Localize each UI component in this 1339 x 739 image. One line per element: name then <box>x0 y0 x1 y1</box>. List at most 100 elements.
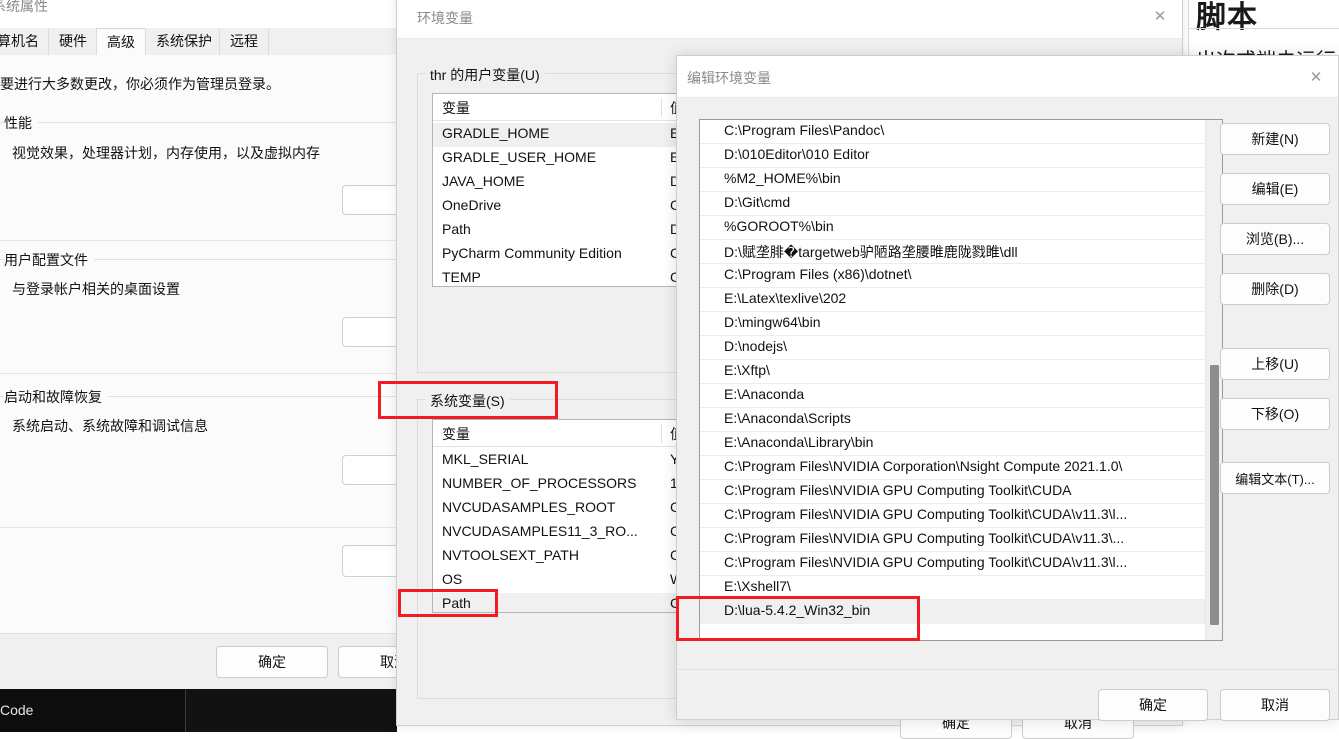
list-item[interactable]: E:\Xshell7\ <box>700 576 1222 600</box>
background-document-rule <box>1190 28 1339 29</box>
edit-environment-variable-window: 编辑环境变量 ✕ C:\Program Files\Pandoc\ D:\010… <box>676 55 1339 721</box>
list-item[interactable]: C:\Program Files\NVIDIA GPU Computing To… <box>700 528 1222 552</box>
system-var-name: NUMBER_OF_PROCESSORS <box>442 475 637 491</box>
system-variables-group-title: 系统变量(S) <box>425 391 510 411</box>
path-entry-value: D:\赋垄腓�targetweb驴陋路垄腰睢鹿陇戮睢\dll <box>724 244 1018 260</box>
system-properties-body: 要进行大多数更改，你必须作为管理员登录。 性能 视觉效果，处理器计划，内存使用，… <box>0 55 414 633</box>
path-entry-value: E:\Xshell7\ <box>724 578 791 594</box>
taskbar-app-label: Code <box>0 702 34 718</box>
list-item[interactable]: D:\010Editor\010 Editor <box>700 144 1222 168</box>
user-var-name: TEMP <box>442 269 481 285</box>
list-item[interactable]: %M2_HOME%\bin <box>700 168 1222 192</box>
list-item[interactable]: C:\Program Files\NVIDIA GPU Computing To… <box>700 552 1222 576</box>
sysprops-ok-button[interactable]: 确定 <box>216 646 328 678</box>
path-entry-value: D:\010Editor\010 Editor <box>724 146 870 162</box>
system-col-variable: 变量 <box>442 426 470 442</box>
system-var-name: MKL_SERIAL <box>442 451 529 467</box>
delete-button[interactable]: 删除(D) <box>1220 273 1330 305</box>
path-entry-value: D:\nodejs\ <box>724 338 788 354</box>
user-var-name: PyCharm Community Edition <box>442 245 622 261</box>
system-table-header-divider <box>661 424 662 443</box>
edit-window-footer-divider <box>677 669 1338 670</box>
path-entry-value: D:\Git\cmd <box>724 194 791 210</box>
edit-environment-variable-titlebar: 编辑环境变量 ✕ <box>677 56 1338 98</box>
path-entry-value: C:\Program Files\NVIDIA GPU Computing To… <box>724 554 1128 570</box>
performance-group-line <box>0 122 396 123</box>
system-var-name: NVCUDASAMPLES11_3_RO... <box>442 523 638 539</box>
list-item[interactable]: %GOROOT%\bin <box>700 216 1222 240</box>
performance-group-desc: 视觉效果，处理器计划，内存使用，以及虚拟内存 <box>12 145 320 161</box>
edit-environment-variable-title: 编辑环境变量 <box>687 70 771 86</box>
close-icon[interactable]: ✕ <box>1138 0 1182 32</box>
list-item[interactable]: D:\mingw64\bin <box>700 312 1222 336</box>
list-item[interactable]: C:\Program Files\NVIDIA Corporation\Nsig… <box>700 456 1222 480</box>
new-button[interactable]: 新建(N) <box>1220 123 1330 155</box>
editwin-cancel-button[interactable]: 取消 <box>1220 689 1330 721</box>
list-item[interactable]: D:\Git\cmd <box>700 192 1222 216</box>
path-entry-value: C:\Program Files\Pandoc\ <box>724 122 885 138</box>
list-item[interactable]: D:\赋垄腓�targetweb驴陋路垄腰睢鹿陇戮睢\dll <box>700 240 1222 264</box>
browse-button[interactable]: 浏览(B)... <box>1220 223 1330 255</box>
move-up-button[interactable]: 上移(U) <box>1220 348 1330 380</box>
list-item[interactable]: E:\Xftp\ <box>700 360 1222 384</box>
list-item[interactable]: D:\lua-5.4.2_Win32_bin <box>700 600 1222 624</box>
list-item[interactable]: C:\Program Files\NVIDIA GPU Computing To… <box>700 480 1222 504</box>
path-entry-value: E:\Latex\texlive\202 <box>724 290 847 306</box>
tab-system-protection[interactable]: 系统保护 <box>145 28 223 55</box>
user-variables-group-title: thr 的用户变量(U) <box>425 65 545 85</box>
path-entries-list[interactable]: C:\Program Files\Pandoc\ D:\010Editor\01… <box>699 119 1223 641</box>
move-down-button[interactable]: 下移(O) <box>1220 398 1330 430</box>
user-col-variable: 变量 <box>442 100 470 116</box>
path-entry-value: D:\mingw64\bin <box>724 314 821 330</box>
user-profiles-group-label: 用户配置文件 <box>4 250 94 270</box>
user-var-name: JAVA_HOME <box>442 173 525 189</box>
tab-remote[interactable]: 远程 <box>219 28 269 55</box>
list-item[interactable]: E:\Anaconda\Scripts <box>700 408 1222 432</box>
startup-recovery-group-desc: 系统启动、系统故障和调试信息 <box>12 418 208 434</box>
path-entry-value: E:\Anaconda <box>724 386 805 402</box>
list-item[interactable]: C:\Program Files (x86)\dotnet\ <box>700 264 1222 288</box>
list-item[interactable]: E:\Anaconda\Library\bin <box>700 432 1222 456</box>
editwin-ok-button[interactable]: 确定 <box>1098 689 1208 721</box>
user-var-name: OneDrive <box>442 197 502 213</box>
user-var-name: GRADLE_USER_HOME <box>442 149 597 165</box>
edit-button[interactable]: 编辑(E) <box>1220 173 1330 205</box>
user-var-name: GRADLE_HOME <box>442 125 550 141</box>
list-item[interactable]: C:\Program Files\NVIDIA GPU Computing To… <box>700 504 1222 528</box>
system-var-name: NVCUDASAMPLES_ROOT <box>442 499 616 515</box>
performance-separator <box>0 240 396 241</box>
background-document-title: 脚本 <box>1196 1 1258 34</box>
user-var-name: Path <box>442 221 471 237</box>
list-item[interactable]: E:\Anaconda <box>700 384 1222 408</box>
path-list-scrollbar-thumb[interactable] <box>1210 365 1219 625</box>
path-entry-value: C:\Program Files\NVIDIA Corporation\Nsig… <box>724 458 1123 474</box>
close-icon[interactable]: ✕ <box>1294 61 1338 93</box>
admin-notice: 要进行大多数更改，你必须作为管理员登录。 <box>0 76 280 92</box>
taskbar-panel-right <box>185 688 397 732</box>
system-var-name: NVTOOLSEXT_PATH <box>442 547 579 563</box>
path-entry-value: E:\Xftp\ <box>724 362 770 378</box>
list-item[interactable]: C:\Program Files\Pandoc\ <box>700 120 1222 144</box>
path-entry-value: E:\Anaconda\Library\bin <box>724 434 874 450</box>
path-entry-value: %GOROOT%\bin <box>724 218 834 234</box>
path-entry-value: C:\Program Files\NVIDIA GPU Computing To… <box>724 482 1072 498</box>
system-properties-tabstrip: 算机名 硬件 高级 系统保护 远程 <box>0 28 396 56</box>
path-entry-value: D:\lua-5.4.2_Win32_bin <box>724 602 871 618</box>
tab-advanced[interactable]: 高级 <box>96 28 146 56</box>
path-entry-value: C:\Program Files\NVIDIA GPU Computing To… <box>724 506 1128 522</box>
list-item[interactable]: E:\Latex\texlive\202 <box>700 288 1222 312</box>
performance-group-label: 性能 <box>4 113 38 133</box>
system-var-name: Path <box>442 595 471 611</box>
list-item[interactable]: D:\nodejs\ <box>700 336 1222 360</box>
system-properties-window: 系统属性 算机名 硬件 高级 系统保护 远程 要进行大多数更改，你必须作为管理员… <box>0 0 450 689</box>
user-profiles-group-desc: 与登录帐户相关的桌面设置 <box>12 281 180 297</box>
edit-text-button[interactable]: 编辑文本(T)... <box>1220 462 1330 494</box>
user-table-header-divider <box>661 98 662 117</box>
user-profiles-separator <box>0 373 396 374</box>
system-properties-footer: 确定 取消 <box>0 633 450 689</box>
tab-hardware[interactable]: 硬件 <box>48 28 98 55</box>
system-var-name: OS <box>442 571 463 587</box>
startup-recovery-group-label: 启动和故障恢复 <box>4 387 108 407</box>
environment-variables-title: 环境变量 <box>417 10 473 26</box>
tab-computer-name[interactable]: 算机名 <box>0 28 50 55</box>
